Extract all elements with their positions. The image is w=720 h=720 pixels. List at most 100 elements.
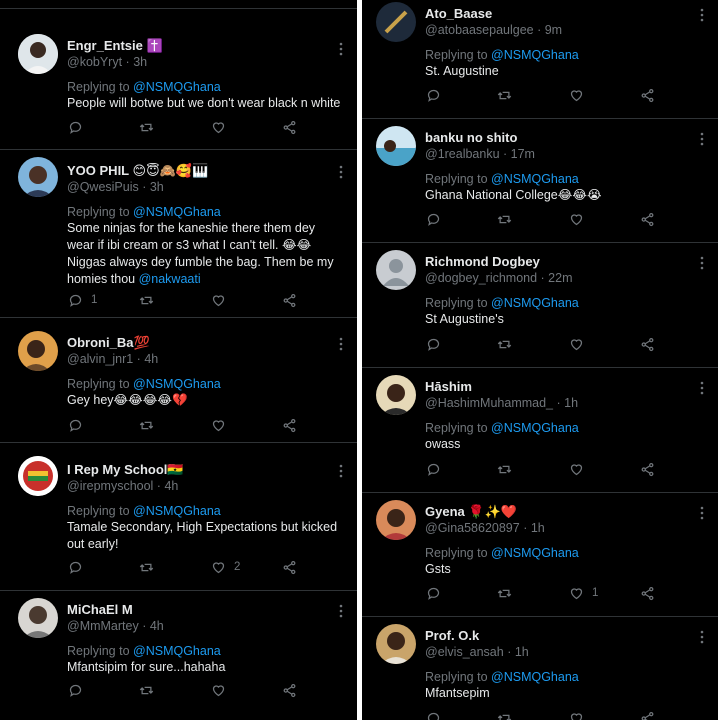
reply-button[interactable] xyxy=(426,710,449,720)
tweet-time[interactable]: 4h xyxy=(144,352,158,366)
user-handle[interactable]: @dogbey_richmond xyxy=(425,271,537,285)
share-button[interactable] xyxy=(282,417,297,433)
user-handle[interactable]: @alvin_jnr1 xyxy=(67,352,133,366)
retweet-button[interactable] xyxy=(139,292,154,308)
more-options-icon[interactable] xyxy=(339,337,343,351)
retweet-button[interactable] xyxy=(497,585,512,601)
like-button[interactable] xyxy=(211,119,234,135)
avatar[interactable] xyxy=(376,624,416,664)
user-handle[interactable]: @1realbanku xyxy=(425,147,500,161)
like-button[interactable]: 2 xyxy=(211,559,240,575)
reply-button[interactable] xyxy=(426,336,449,352)
avatar[interactable] xyxy=(18,34,58,74)
like-button[interactable] xyxy=(569,710,592,720)
replying-mention-link[interactable]: @NSMQGhana xyxy=(491,48,579,62)
avatar[interactable] xyxy=(376,250,416,290)
tweet-time[interactable]: 3h xyxy=(133,55,147,69)
tweet-time[interactable]: 1h xyxy=(531,521,545,535)
like-button[interactable]: 1 xyxy=(569,585,598,601)
reply-tweet[interactable]: MiChaEl M @MmMartey · 4h Replying to @NS… xyxy=(0,590,357,720)
reply-tweet[interactable]: Richmond Dogbey @dogbey_richmond · 22m R… xyxy=(362,242,718,368)
display-name[interactable]: I Rep My School xyxy=(67,462,167,477)
share-button[interactable] xyxy=(640,710,655,720)
replying-mention-link[interactable]: @NSMQGhana xyxy=(491,546,579,560)
retweet-button[interactable] xyxy=(497,211,512,227)
more-options-icon[interactable] xyxy=(339,604,343,618)
retweet-button[interactable] xyxy=(497,461,512,477)
user-handle[interactable]: @QwesiPuis xyxy=(67,180,139,194)
share-button[interactable] xyxy=(640,87,655,103)
retweet-button[interactable] xyxy=(139,682,154,698)
reply-button[interactable] xyxy=(426,87,449,103)
user-handle[interactable]: @elvis_ansah xyxy=(425,645,504,659)
user-handle[interactable]: @Gina58620897 xyxy=(425,521,520,535)
reply-button[interactable] xyxy=(426,585,449,601)
like-button[interactable] xyxy=(211,682,234,698)
replying-mention-link[interactable]: @NSMQGhana xyxy=(491,421,579,435)
user-handle[interactable]: @kobYryt xyxy=(67,55,122,69)
reply-button[interactable] xyxy=(68,119,91,135)
display-name[interactable]: Engr_Entsie xyxy=(67,38,143,53)
avatar[interactable] xyxy=(376,500,416,540)
reply-button[interactable] xyxy=(426,211,449,227)
reply-button[interactable] xyxy=(68,559,91,575)
tweet-time[interactable]: 22m xyxy=(548,271,572,285)
share-button[interactable] xyxy=(282,559,297,575)
reply-tweet[interactable]: Prof. O.k @elvis_ansah · 1h Replying to … xyxy=(362,616,718,720)
share-button[interactable] xyxy=(282,119,297,135)
retweet-button[interactable] xyxy=(139,559,154,575)
more-options-icon[interactable] xyxy=(700,8,704,22)
avatar[interactable] xyxy=(18,331,58,371)
reply-button[interactable]: 1 xyxy=(68,292,97,308)
like-button[interactable] xyxy=(569,87,592,103)
like-button[interactable] xyxy=(569,211,592,227)
share-button[interactable] xyxy=(640,211,655,227)
replying-mention-link[interactable]: @NSMQGhana xyxy=(491,172,579,186)
user-handle[interactable]: @irepmyschool xyxy=(67,479,153,493)
reply-button[interactable] xyxy=(68,682,91,698)
tweet-time[interactable]: 1h xyxy=(564,396,578,410)
reply-tweet[interactable]: Gyena 🌹✨❤️ @Gina58620897 · 1h Replying t… xyxy=(362,492,718,617)
more-options-icon[interactable] xyxy=(700,506,704,520)
reply-tweet[interactable]: Engr_Entsie ✝️ @kobYryt · 3h Replying to… xyxy=(0,24,357,150)
replying-mention-link[interactable]: @NSMQGhana xyxy=(491,296,579,310)
avatar[interactable] xyxy=(376,126,416,166)
user-handle[interactable]: @MmMartey xyxy=(67,619,139,633)
replying-mention-link[interactable]: @NSMQGhana xyxy=(133,504,221,518)
replying-mention-link[interactable]: @NSMQGhana xyxy=(133,205,221,219)
reply-tweet[interactable]: Obroni_Ba💯 @alvin_jnr1 · 4h Replying to … xyxy=(0,317,357,443)
tweet-time[interactable]: 4h xyxy=(164,479,178,493)
more-options-icon[interactable] xyxy=(700,630,704,644)
share-button[interactable] xyxy=(282,292,297,308)
user-handle[interactable]: @HashimMuhammad_ xyxy=(425,396,553,410)
display-name[interactable]: banku no shito xyxy=(425,130,517,145)
display-name[interactable]: YOO PHIL xyxy=(67,163,129,178)
replying-mention-link[interactable]: @NSMQGhana xyxy=(133,377,221,391)
share-button[interactable] xyxy=(282,682,297,698)
display-name[interactable]: Gyena xyxy=(425,504,465,519)
retweet-button[interactable] xyxy=(497,710,512,720)
avatar[interactable] xyxy=(18,456,58,496)
tweet-time[interactable]: 9m xyxy=(545,23,562,37)
replying-mention-link[interactable]: @NSMQGhana xyxy=(133,644,221,658)
avatar[interactable] xyxy=(376,2,416,42)
tweet-time[interactable]: 17m xyxy=(511,147,535,161)
like-button[interactable] xyxy=(211,417,234,433)
reply-button[interactable] xyxy=(68,417,91,433)
like-button[interactable] xyxy=(569,461,592,477)
like-button[interactable] xyxy=(569,336,592,352)
display-name[interactable]: Richmond Dogbey xyxy=(425,254,540,269)
share-button[interactable] xyxy=(640,585,655,601)
reply-tweet[interactable]: Ato_Baase @atobaasepaulgee · 9m Replying… xyxy=(362,0,718,119)
retweet-button[interactable] xyxy=(497,336,512,352)
more-options-icon[interactable] xyxy=(700,256,704,270)
text-mention-link[interactable]: @nakwaati xyxy=(139,272,201,286)
display-name[interactable]: Hāshim xyxy=(425,379,472,394)
more-options-icon[interactable] xyxy=(339,165,343,179)
tweet-time[interactable]: 1h xyxy=(515,645,529,659)
retweet-button[interactable] xyxy=(139,119,154,135)
retweet-button[interactable] xyxy=(497,87,512,103)
avatar[interactable] xyxy=(18,157,58,197)
tweet-time[interactable]: 4h xyxy=(150,619,164,633)
tweet-time[interactable]: 3h xyxy=(150,180,164,194)
